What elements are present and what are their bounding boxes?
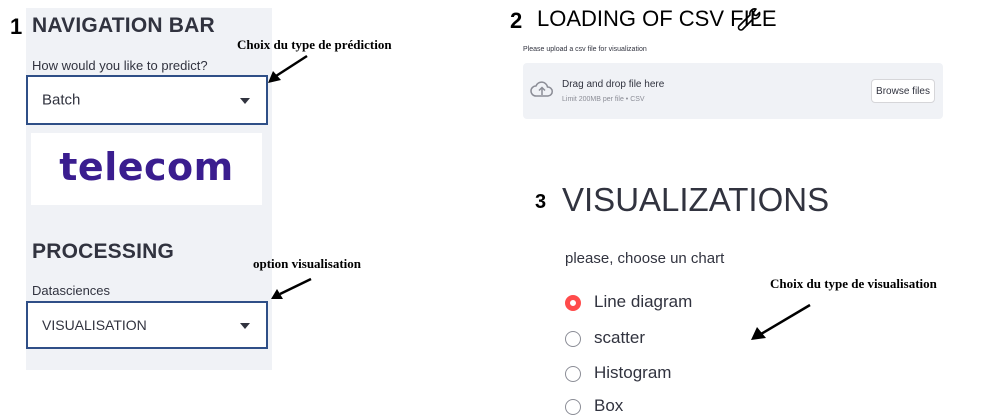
radio-icon — [565, 331, 581, 347]
radio-icon — [565, 366, 581, 382]
radio-label: scatter — [594, 328, 646, 347]
radio-selected-icon — [565, 295, 581, 311]
datasciences-select[interactable]: VISUALISATION — [26, 301, 268, 349]
predict-select-value: Batch — [42, 91, 81, 109]
radio-icon — [565, 399, 581, 415]
browse-files-button[interactable]: Browse files — [871, 79, 935, 103]
annotation-visualisation-type: Choix du type de visualisation — [770, 276, 937, 291]
datasciences-select-value: VISUALISATION — [42, 317, 147, 333]
datasciences-label: Datasciences — [32, 283, 111, 298]
annotation-prediction-type: Choix du type de prédiction — [237, 37, 392, 52]
cloud-upload-icon — [530, 81, 553, 97]
radio-label: Histogram — [594, 363, 672, 382]
annotation-visualisation-option: option visualisation — [253, 256, 362, 271]
upload-instruction: Please upload a csv file for visualizati… — [523, 46, 647, 53]
radio-label: Box — [594, 396, 624, 415]
wrench-icon — [737, 8, 761, 31]
section-number-1: 1 — [10, 14, 23, 39]
drop-text: Drag and drop file here — [562, 79, 665, 90]
chevron-down-icon — [240, 323, 250, 329]
arrow-icon — [751, 303, 811, 340]
processing-title: PROCESSING — [32, 240, 175, 263]
radio-label: Line diagram — [594, 292, 693, 311]
predict-select[interactable]: Batch — [26, 75, 268, 125]
chart-prompt: please, choose un chart — [565, 250, 725, 267]
navigation-bar-title: NAVIGATION BAR — [32, 14, 215, 37]
arrow-icon — [268, 54, 308, 83]
limit-text: Limit 200MB per file • CSV — [562, 96, 645, 103]
predict-label: How would you like to predict? — [32, 58, 208, 73]
logo-card: telecom — [31, 133, 262, 205]
arrow-icon — [271, 277, 312, 299]
section-number-2: 2 — [510, 8, 523, 33]
file-dropzone[interactable]: Drag and drop file here Limit 200MB per … — [523, 63, 943, 119]
telecom-logo: telecom — [59, 145, 234, 189]
visualizations-title: VISUALIZATIONS — [562, 181, 830, 218]
chevron-down-icon — [240, 98, 250, 104]
section-number-3: 3 — [535, 191, 547, 213]
